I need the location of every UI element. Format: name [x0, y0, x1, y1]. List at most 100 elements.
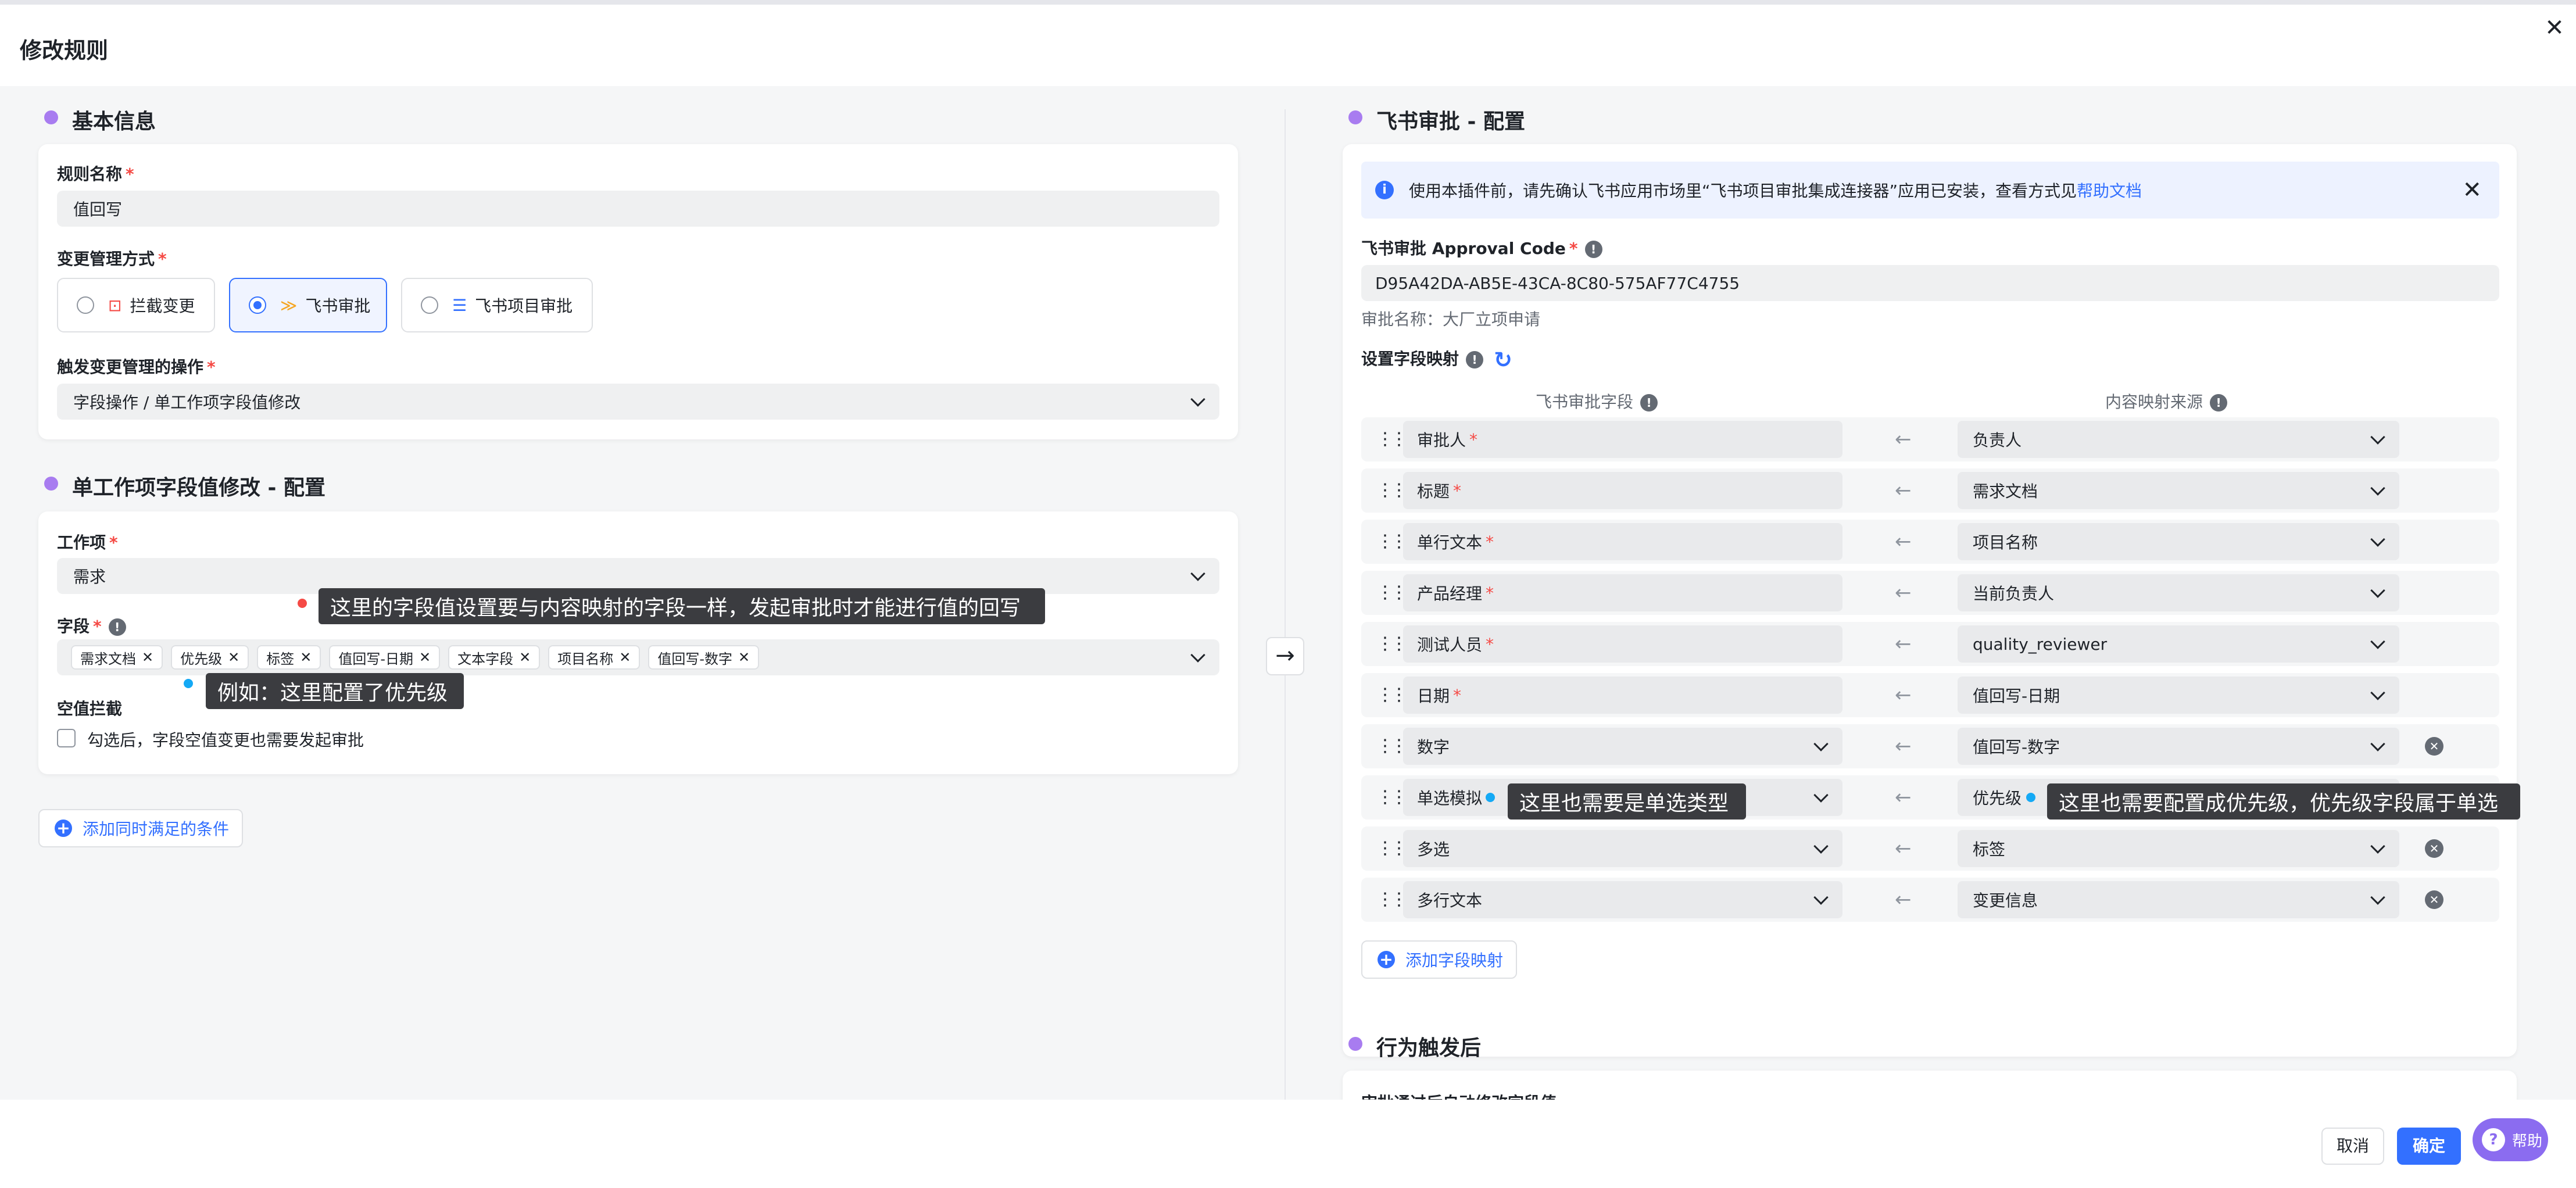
radio-dot: [249, 296, 266, 314]
radio-block-change[interactable]: ⊡ 拦截变更: [57, 278, 215, 332]
drag-handle-icon[interactable]: ⋮⋮: [1376, 581, 1408, 604]
approval-field: 日期 *: [1403, 677, 1842, 714]
mapping-source-select[interactable]: 项目名称: [1958, 523, 2399, 560]
refresh-icon[interactable]: ↻: [1494, 347, 1512, 373]
mapping-row: ⋮⋮ 产品经理 * ← 当前负责人: [1361, 571, 2499, 615]
drag-handle-icon[interactable]: ⋮⋮: [1376, 684, 1408, 707]
empty-label: 空值拦截: [57, 699, 123, 718]
rule-name-input[interactable]: 值回写: [57, 191, 1219, 227]
chevron-down-icon: [1190, 647, 1205, 663]
empty-checkbox-text: 勾选后，字段空值变更也需要发起审批: [87, 731, 364, 750]
mapping-source-select[interactable]: 需求文档: [1958, 472, 2399, 509]
mapping-source-select[interactable]: 值回写-日期: [1958, 677, 2399, 714]
mapping-source-select[interactable]: 标签: [1958, 830, 2399, 867]
remove-tag-icon[interactable]: ✕: [419, 649, 431, 665]
info-icon: !: [1466, 351, 1484, 368]
add-mapping-button[interactable]: + 添加字段映射: [1361, 940, 1517, 979]
radio-feishu-project-approval[interactable]: ☰ 飞书项目审批: [401, 278, 593, 332]
approval-field[interactable]: 多选: [1403, 830, 1842, 867]
info-icon: !: [1584, 241, 1602, 258]
remove-tag-icon[interactable]: ✕: [300, 649, 312, 665]
approval-code-label: 飞书审批 Approval Code *!: [1361, 236, 1602, 259]
info-banner: i 使用本插件前，请先确认飞书应用市场里“飞书项目审批集成连接器”应用已安装，查…: [1361, 162, 2499, 219]
chevron-down-icon: [2370, 481, 2385, 496]
approval-field: 标题 *: [1403, 472, 1842, 509]
cancel-button[interactable]: 取消: [2321, 1128, 2384, 1165]
mapping-row: ⋮⋮ 测试人员 * ← quality_reviewer: [1361, 622, 2499, 666]
remove-tag-icon[interactable]: ✕: [619, 649, 631, 665]
chevron-down-icon: [2370, 430, 2385, 445]
after-partial-label: 审批通过后自动修改字段值: [1361, 1090, 1557, 1100]
approval-field: 单行文本 *: [1403, 523, 1842, 560]
drag-handle-icon[interactable]: ⋮⋮: [1376, 888, 1408, 911]
mapping-source-select[interactable]: quality_reviewer: [1958, 625, 2399, 663]
section-title-feishu: 飞书审批 - 配置: [1348, 105, 1525, 135]
banner-text: 使用本插件前，请先确认飞书应用市场里“飞书项目审批集成连接器”应用已安装，查看方…: [1409, 181, 2077, 201]
approval-code-input[interactable]: D95A42DA-AB5E-43CA-8C80-575AF77C4755: [1361, 265, 2499, 301]
chevron-down-icon: [2370, 890, 2385, 905]
tag: 需求文档 ✕: [71, 645, 163, 670]
help-doc-link[interactable]: 帮助文档: [2077, 178, 2142, 202]
mapping-source-select[interactable]: 变更信息: [1958, 881, 2399, 918]
tooltip-example: 例如：这里配置了优先级: [206, 673, 464, 709]
mapping-source-select[interactable]: 当前负责人: [1958, 574, 2399, 611]
mapping-row: ⋮⋮ 多选 ← 标签 ✕: [1361, 826, 2499, 871]
mapping-source-select[interactable]: 值回写-数字: [1958, 728, 2399, 765]
arrow-left-icon: ←: [1895, 786, 1912, 809]
field-multiselect[interactable]: 需求文档 ✕ 优先级 ✕ 标签 ✕ 值回写-日期 ✕ 文本字段 ✕ 项目名称 ✕ 值回写-数…: [57, 639, 1219, 675]
remove-tag-icon[interactable]: ✕: [142, 649, 153, 665]
arrow-left-icon: ←: [1895, 735, 1912, 758]
arrow-left-icon: ←: [1895, 479, 1912, 502]
help-button[interactable]: ? 帮助: [2473, 1118, 2548, 1161]
info-icon: !: [108, 618, 126, 636]
tooltip-priority: 这里也需要配置成优先级，优先级字段属于单选: [2047, 783, 2520, 820]
close-icon[interactable]: ✕: [2462, 176, 2482, 205]
confirm-button[interactable]: 确定: [2397, 1128, 2461, 1165]
tag: 项目名称 ✕: [548, 645, 641, 670]
approval-field: 产品经理 *: [1403, 574, 1842, 611]
drag-handle-icon[interactable]: ⋮⋮: [1376, 837, 1408, 860]
approval-field: 测试人员 *: [1403, 625, 1842, 663]
chevron-down-icon: [2370, 634, 2385, 649]
remove-tag-icon[interactable]: ✕: [738, 649, 750, 665]
remove-tag-icon[interactable]: ✕: [228, 649, 239, 665]
approval-field[interactable]: 多行文本: [1403, 881, 1842, 918]
tooltip-radio-type: 这里也需要是单选类型: [1508, 783, 1746, 820]
remove-row-icon[interactable]: ✕: [2425, 890, 2443, 909]
close-icon[interactable]: ✕: [2543, 16, 2566, 40]
arrow-right-icon[interactable]: →: [1266, 637, 1304, 675]
annotation-dot: [2026, 793, 2035, 802]
approval-field[interactable]: 数字: [1403, 728, 1842, 765]
trigger-select[interactable]: 字段操作 / 单工作项字段值修改: [57, 384, 1219, 420]
remove-row-icon[interactable]: ✕: [2425, 737, 2443, 756]
annotation-dot: [298, 599, 307, 608]
dialog-header: 修改规则 ✕: [0, 5, 2576, 86]
drag-handle-icon[interactable]: ⋮⋮: [1376, 428, 1408, 451]
chevron-down-icon: [1813, 890, 1829, 905]
info-icon: !: [2210, 394, 2228, 411]
arrow-left-icon: ←: [1895, 837, 1912, 860]
tag: 优先级 ✕: [171, 645, 249, 670]
block-icon: ⊡: [108, 295, 122, 315]
drag-handle-icon[interactable]: ⋮⋮: [1376, 632, 1408, 656]
tag: 标签 ✕: [257, 645, 321, 670]
radio-feishu-approval[interactable]: ≫ 飞书审批: [229, 278, 387, 332]
section-title-single: 单工作项字段值修改 - 配置: [44, 471, 325, 501]
question-icon: ?: [2482, 1128, 2505, 1151]
mapping-row: ⋮⋮ 数字 ← 值回写-数字 ✕: [1361, 724, 2499, 768]
mapping-source-select[interactable]: 负责人: [1958, 421, 2399, 458]
drag-handle-icon[interactable]: ⋮⋮: [1376, 786, 1408, 809]
remove-tag-icon[interactable]: ✕: [519, 649, 531, 665]
col-header-left: 飞书审批字段!: [1536, 389, 1658, 413]
column-divider: [1285, 109, 1286, 1100]
add-condition-button[interactable]: + 添加同时满足的条件: [38, 809, 243, 847]
drag-handle-icon[interactable]: ⋮⋮: [1376, 479, 1408, 502]
drag-handle-icon[interactable]: ⋮⋮: [1376, 735, 1408, 758]
dialog-footer: [0, 1100, 2576, 1188]
empty-checkbox[interactable]: [57, 729, 76, 747]
annotation-dot: [184, 679, 193, 688]
approval-field: 审批人 *: [1403, 421, 1842, 458]
remove-row-icon[interactable]: ✕: [2425, 839, 2443, 858]
mapping-row: ⋮⋮ 单行文本 * ← 项目名称: [1361, 520, 2499, 564]
drag-handle-icon[interactable]: ⋮⋮: [1376, 530, 1408, 553]
